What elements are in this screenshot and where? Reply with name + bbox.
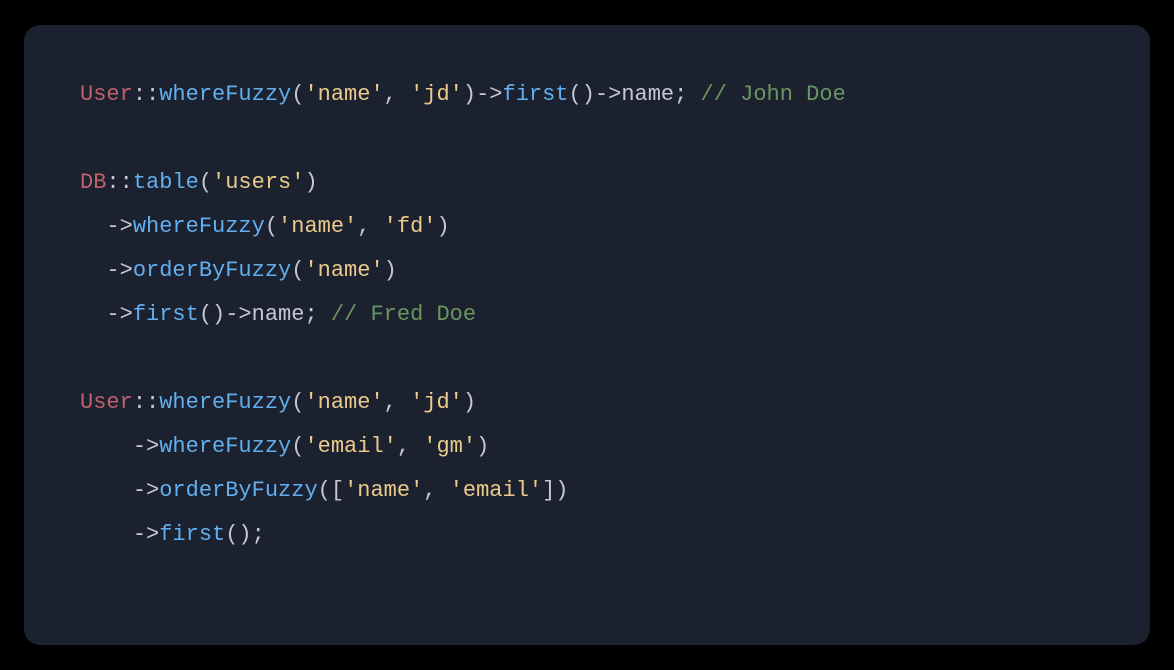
token-indent [80, 258, 106, 283]
code-line-blank [80, 117, 1094, 161]
code-line-6: ->first()->name; // Fred Doe [80, 293, 1094, 337]
code-line-5: ->orderByFuzzy('name') [80, 249, 1094, 293]
token-punct: ) [384, 258, 397, 283]
token-arrow: -> [476, 82, 502, 107]
token-string: 'email' [304, 434, 396, 459]
token-string: 'name' [304, 82, 383, 107]
code-line-9: ->whereFuzzy('email', 'gm') [80, 425, 1094, 469]
token-arrow: -> [106, 258, 132, 283]
token-string: 'email' [450, 478, 542, 503]
token-fn: whereFuzzy [159, 434, 291, 459]
token-indent [80, 478, 133, 503]
token-string: 'jd' [410, 390, 463, 415]
token-string: 'name' [344, 478, 423, 503]
token-punct: ( [199, 170, 212, 195]
token-comment: // John Doe [701, 82, 846, 107]
token-scope: :: [106, 170, 132, 195]
token-punct: ) [436, 214, 449, 239]
token-punct: ) [463, 390, 476, 415]
token-arrow: -> [133, 522, 159, 547]
token-string: 'gm' [423, 434, 476, 459]
token-fn: first [159, 522, 225, 547]
token-string: 'fd' [384, 214, 437, 239]
token-class: User [80, 390, 133, 415]
token-scope: :: [133, 82, 159, 107]
token-indent [80, 302, 106, 327]
token-fn: table [133, 170, 199, 195]
token-punct: ( [291, 434, 304, 459]
token-punct: ) [463, 82, 476, 107]
token-fn: orderByFuzzy [133, 258, 291, 283]
token-punct: , [397, 434, 423, 459]
token-arrow: -> [106, 214, 132, 239]
token-class: User [80, 82, 133, 107]
token-punct: ([ [318, 478, 344, 503]
code-line-blank [80, 337, 1094, 381]
token-class: DB [80, 170, 106, 195]
token-string: 'jd' [410, 82, 463, 107]
token-fn: first [133, 302, 199, 327]
token-punct: , [384, 390, 410, 415]
code-panel: User::whereFuzzy('name', 'jd')->first()-… [24, 25, 1150, 645]
token-punct: ; [674, 82, 700, 107]
token-arrow: -> [133, 478, 159, 503]
token-punct: ) [304, 170, 317, 195]
token-indent [80, 214, 106, 239]
code-line-10: ->orderByFuzzy(['name', 'email']) [80, 469, 1094, 513]
token-fn: first [503, 82, 569, 107]
token-punct: ( [291, 82, 304, 107]
token-punct: ; [252, 522, 265, 547]
token-comment: // Fred Doe [331, 302, 476, 327]
token-fn: whereFuzzy [159, 82, 291, 107]
token-punct: ; [304, 302, 330, 327]
token-prop: name [621, 82, 674, 107]
token-punct: () [225, 522, 251, 547]
token-string: 'users' [212, 170, 304, 195]
token-fn: whereFuzzy [133, 214, 265, 239]
code-line-3: DB::table('users') [80, 161, 1094, 205]
token-arrow: -> [106, 302, 132, 327]
token-punct: ( [265, 214, 278, 239]
token-punct: ( [291, 390, 304, 415]
code-line-11: ->first(); [80, 513, 1094, 557]
token-punct: , [384, 82, 410, 107]
token-arrow: -> [595, 82, 621, 107]
token-fn: orderByFuzzy [159, 478, 317, 503]
code-line-4: ->whereFuzzy('name', 'fd') [80, 205, 1094, 249]
token-prop: name [252, 302, 305, 327]
token-string: 'name' [304, 390, 383, 415]
token-string: 'name' [304, 258, 383, 283]
token-punct: ]) [542, 478, 568, 503]
token-punct: , [423, 478, 449, 503]
token-indent [80, 522, 133, 547]
token-punct: () [199, 302, 225, 327]
token-arrow: -> [225, 302, 251, 327]
code-line-8: User::whereFuzzy('name', 'jd') [80, 381, 1094, 425]
token-punct: () [569, 82, 595, 107]
token-punct: , [357, 214, 383, 239]
code-line-1: User::whereFuzzy('name', 'jd')->first()-… [80, 73, 1094, 117]
token-punct: ) [476, 434, 489, 459]
token-fn: whereFuzzy [159, 390, 291, 415]
token-punct: ( [291, 258, 304, 283]
token-arrow: -> [133, 434, 159, 459]
token-indent [80, 434, 133, 459]
token-string: 'name' [278, 214, 357, 239]
token-scope: :: [133, 390, 159, 415]
